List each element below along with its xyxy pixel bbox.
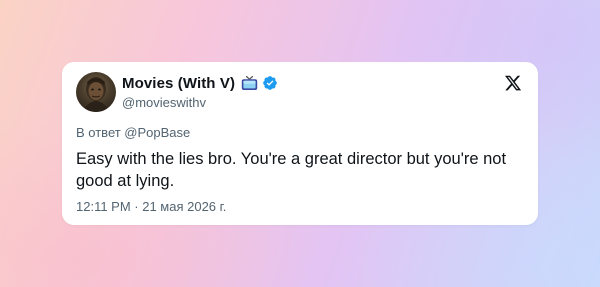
avatar[interactable] [76, 72, 116, 112]
tweet-timestamp[interactable]: 12:11 PM · 21 мая 2026 г. [76, 199, 226, 214]
tweet-card[interactable]: Movies (With V) @movieswithv В ответ @Po… [62, 62, 538, 225]
display-name[interactable]: Movies (With V) [122, 75, 235, 92]
display-name-row: Movies (With V) [122, 74, 278, 92]
tweet-text: Easy with the lies bro. You're a great d… [76, 150, 507, 190]
verified-badge-icon [262, 75, 278, 91]
reply-context[interactable]: В ответ @PopBase [76, 125, 190, 140]
x-logo-icon[interactable] [504, 74, 522, 92]
user-handle[interactable]: @movieswithv [122, 95, 206, 110]
tv-icon [241, 75, 258, 91]
avatar-image [84, 77, 108, 112]
